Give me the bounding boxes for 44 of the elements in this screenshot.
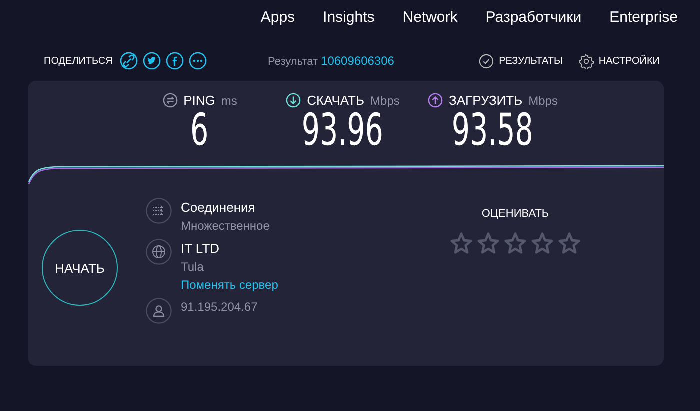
metric-value: 93.96 [302,108,384,154]
metric-unit: Mbps [370,94,400,108]
nav-link[interactable]: Apps [260,9,296,37]
metric-value: 6 [190,108,210,154]
metric-label: ЗАГРУЗИТЬ [449,93,523,108]
link-icon[interactable] [120,52,138,70]
results-button[interactable]: РЕЗУЛЬТАТЫ [479,54,563,68]
metric-label: PING [184,93,216,108]
star-icon[interactable] [558,232,581,255]
upload-icon [428,93,444,108]
metric-unit: Mbps [528,94,558,108]
more-icon[interactable] [188,52,207,70]
ping-icon [162,93,178,108]
connections-icon [146,198,172,224]
star-icon[interactable] [477,232,500,255]
metric-value: 93.58 [452,108,534,154]
nav-link[interactable]: Enterprise [610,9,678,37]
metric-unit: ms [221,94,238,108]
start-button[interactable]: НАЧАТЬ [42,230,118,306]
info-text: Tula [181,260,205,274]
star-icon[interactable] [504,232,527,255]
share-label: ПОДЕЛИТЬСЯ [44,56,113,66]
nav-link[interactable]: Разработчики [486,9,582,37]
info-text: 91.195.204.67 [181,300,258,314]
info-title: IT LTD [181,241,221,256]
user-icon [146,298,172,324]
star-icon[interactable] [531,232,554,255]
metric-label: СКАЧАТЬ [307,93,365,108]
change-server-link[interactable]: Поменять сервер [181,278,278,292]
nav-link[interactable]: Network [402,9,458,37]
rating-label: ОЦЕНИВАТЬ [482,208,550,220]
star-icon[interactable] [450,232,473,255]
bird-icon[interactable] [142,52,161,70]
result-label: Результат [268,56,318,68]
settings-icon [578,54,594,68]
result-id-link[interactable]: 10609606306 [321,54,394,68]
settings-button[interactable]: НАСТРОЙКИ [578,54,660,68]
globe-icon [146,239,172,265]
info-title: Соединения [181,200,256,215]
info-text: Множественное [181,219,270,233]
download-icon [286,93,302,108]
facebook-icon[interactable] [166,52,184,70]
checkmark-icon [479,54,494,68]
nav-link[interactable]: Insights [323,9,375,37]
